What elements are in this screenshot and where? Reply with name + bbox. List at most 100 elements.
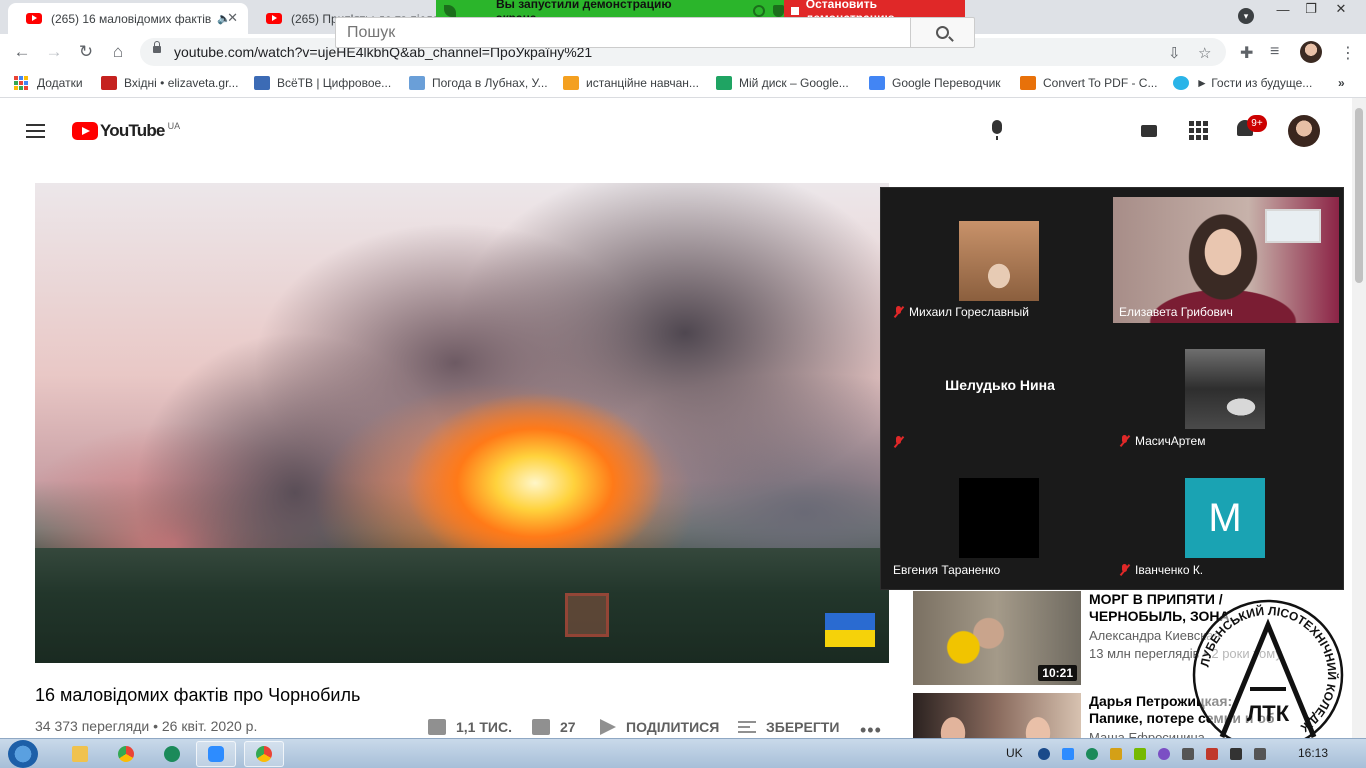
create-video-icon[interactable] xyxy=(1141,125,1157,137)
bookmark-convert-pdf[interactable]: Convert To PDF - C... xyxy=(1020,76,1157,90)
bookmarks-bar: Додатки Вхідні • elizaveta.gr... ВсёТВ |… xyxy=(0,70,1366,98)
bookmark-label: Мій диск – Google... xyxy=(739,76,849,90)
start-button[interactable] xyxy=(8,740,38,768)
country-code: UA xyxy=(167,121,181,131)
minimize-icon[interactable]: — xyxy=(1268,0,1298,18)
page-scrollbar[interactable] xyxy=(1352,98,1366,738)
tab-active[interactable]: (265) 16 маловідомих фактів 🔈 ✕ xyxy=(8,3,248,34)
bookmark-google-drive[interactable]: Мій диск – Google... xyxy=(716,76,849,90)
recommendation-thumbnail[interactable]: 10:21 xyxy=(913,591,1081,685)
bookmark-guests-future[interactable]: ► Гости из будуще... xyxy=(1173,76,1312,90)
tray-vpn-icon[interactable] xyxy=(1086,748,1098,760)
participant-tile[interactable]: Шелудько Нина xyxy=(887,323,1113,451)
taskbar-chrome-window[interactable] xyxy=(244,741,284,767)
kebab-menu-icon[interactable]: ⋮ xyxy=(1340,43,1356,63)
participant-name-label: Евгения Тараненко xyxy=(893,563,1000,577)
language-indicator[interactable]: UK xyxy=(1006,746,1023,760)
tab-search-icon[interactable]: ▾ xyxy=(1238,8,1254,24)
taskbar-clock[interactable]: 16:13 xyxy=(1298,746,1328,760)
participant-name-label xyxy=(893,436,909,448)
play-circle-icon xyxy=(1173,76,1189,90)
bookmark-label: Вхідні • elizaveta.gr... xyxy=(124,76,239,90)
bookmark-weather[interactable]: Погода в Лубнах, У... xyxy=(409,76,548,90)
participant-tile[interactable]: Михаил Гореславный xyxy=(887,194,1113,322)
bookmark-gmail[interactable]: Вхідні • elizaveta.gr... xyxy=(101,76,238,90)
taskbar-explorer[interactable] xyxy=(60,741,100,767)
participant-tile[interactable]: Евгения Тараненко xyxy=(887,452,1113,580)
participant-name-label: Елизавета Грибович xyxy=(1119,305,1233,319)
participant-tile[interactable]: M Іванченко К. xyxy=(1113,452,1339,580)
menu-icon[interactable] xyxy=(26,124,45,138)
video-frame-sign xyxy=(565,593,609,637)
volume-icon[interactable] xyxy=(1182,748,1194,760)
tab-title: (265) 16 маловідомих фактів xyxy=(51,11,212,26)
extensions-icon[interactable]: ✚ xyxy=(1240,43,1253,63)
media-control-icon[interactable]: ≡ xyxy=(1270,43,1279,61)
bookmark-label: Погода в Лубнах, У... xyxy=(432,76,548,90)
like-button[interactable]: 1,1 ТИС. xyxy=(428,719,512,735)
search-button[interactable] xyxy=(910,17,975,48)
forward-arrow-icon[interactable]: → xyxy=(44,42,64,62)
dislike-button[interactable]: 27 xyxy=(532,719,576,735)
bookmark-distance-learning[interactable]: истанційне навчан... xyxy=(563,76,699,90)
mic-muted-icon xyxy=(1119,564,1130,576)
taskbar-zoom[interactable] xyxy=(196,741,236,767)
folder-icon xyxy=(72,746,88,762)
video-frame-treeline xyxy=(35,548,889,663)
bookmark-label: Google Переводчик xyxy=(892,76,1001,90)
taskbar-chrome[interactable] xyxy=(106,741,146,767)
bookmark-label: ВсёТВ | Цифровое... xyxy=(277,76,392,90)
school-icon xyxy=(563,76,579,90)
tray-zoom-icon[interactable] xyxy=(1062,748,1074,760)
bookmarks-overflow-icon[interactable]: » xyxy=(1338,76,1345,90)
participant-video xyxy=(1185,349,1265,429)
youtube-logo[interactable]: YouTube UA xyxy=(72,121,180,141)
youtube-favicon-icon xyxy=(26,13,42,24)
youtube-apps-icon[interactable] xyxy=(1189,121,1208,140)
scrollbar-thumb[interactable] xyxy=(1355,108,1363,283)
search-input[interactable] xyxy=(335,17,911,48)
taskbar-vpn[interactable] xyxy=(152,741,192,767)
install-icon[interactable]: ⇩ xyxy=(1168,44,1181,62)
reload-icon[interactable]: ↻ xyxy=(76,42,96,62)
microphone-icon[interactable] xyxy=(992,120,1002,140)
thumbs-down-icon xyxy=(532,719,550,735)
participant-video xyxy=(959,478,1039,558)
participant-tile[interactable]: МасичАртем xyxy=(1113,323,1339,451)
tray-security-icon[interactable] xyxy=(1110,748,1122,760)
participant-name: Михаил Гореславный xyxy=(909,305,1029,319)
close-window-icon[interactable]: ✕ xyxy=(1326,0,1356,18)
college-logo-watermark: ЛУБЕНСЬКИЙ ЛІСОТЕХНІЧНИЙ КОЛЕДЖ ЛТК 1891 xyxy=(1192,599,1344,751)
participant-display-name: Шелудько Нина xyxy=(945,377,1055,393)
account-avatar[interactable] xyxy=(1288,115,1320,147)
bookmark-star-icon[interactable]: ☆ xyxy=(1198,44,1211,62)
home-icon[interactable]: ⌂ xyxy=(108,42,128,62)
bookmark-label: ► Гости из будуще... xyxy=(1196,76,1313,90)
recommendation-thumbnail[interactable] xyxy=(913,693,1081,738)
save-button[interactable]: ЗБЕРЕГТИ xyxy=(738,719,839,735)
vpn-shield-icon xyxy=(164,746,180,762)
share-button[interactable]: ПОДІЛИТИСЯ xyxy=(600,719,719,735)
video-player[interactable] xyxy=(35,183,889,663)
windows-taskbar: UK 16:13 xyxy=(0,738,1366,768)
bookmark-apps[interactable]: Додатки xyxy=(14,76,83,90)
bookmark-vsetv[interactable]: ВсёТВ | Цифровое... xyxy=(254,76,391,90)
search-icon xyxy=(936,26,949,39)
tray-flag-icon[interactable] xyxy=(1206,748,1218,760)
participant-name-label: Михаил Гореславный xyxy=(893,305,1029,319)
network-icon[interactable] xyxy=(1230,748,1242,760)
restore-icon[interactable]: ❐ xyxy=(1296,0,1326,18)
power-icon[interactable] xyxy=(1254,748,1266,760)
video-title: 16 маловідомих фактів про Чорнобиль xyxy=(35,685,361,705)
back-arrow-icon[interactable]: ← xyxy=(12,42,32,62)
tab-close-icon[interactable]: ✕ xyxy=(227,10,238,26)
youtube-play-icon xyxy=(72,122,98,140)
tray-viber-icon[interactable] xyxy=(1158,748,1170,760)
participant-tile[interactable]: Елизавета Грибович xyxy=(1113,194,1339,323)
tray-app-icon[interactable] xyxy=(1038,748,1050,760)
bookmark-google-translate[interactable]: Google Переводчик xyxy=(869,76,1001,90)
bookmark-label: Convert To PDF - C... xyxy=(1043,76,1158,90)
recommendation-channel[interactable]: Маша Ефросинина xyxy=(1089,730,1205,738)
profile-avatar[interactable] xyxy=(1300,41,1322,63)
tray-nvidia-icon[interactable] xyxy=(1134,748,1146,760)
